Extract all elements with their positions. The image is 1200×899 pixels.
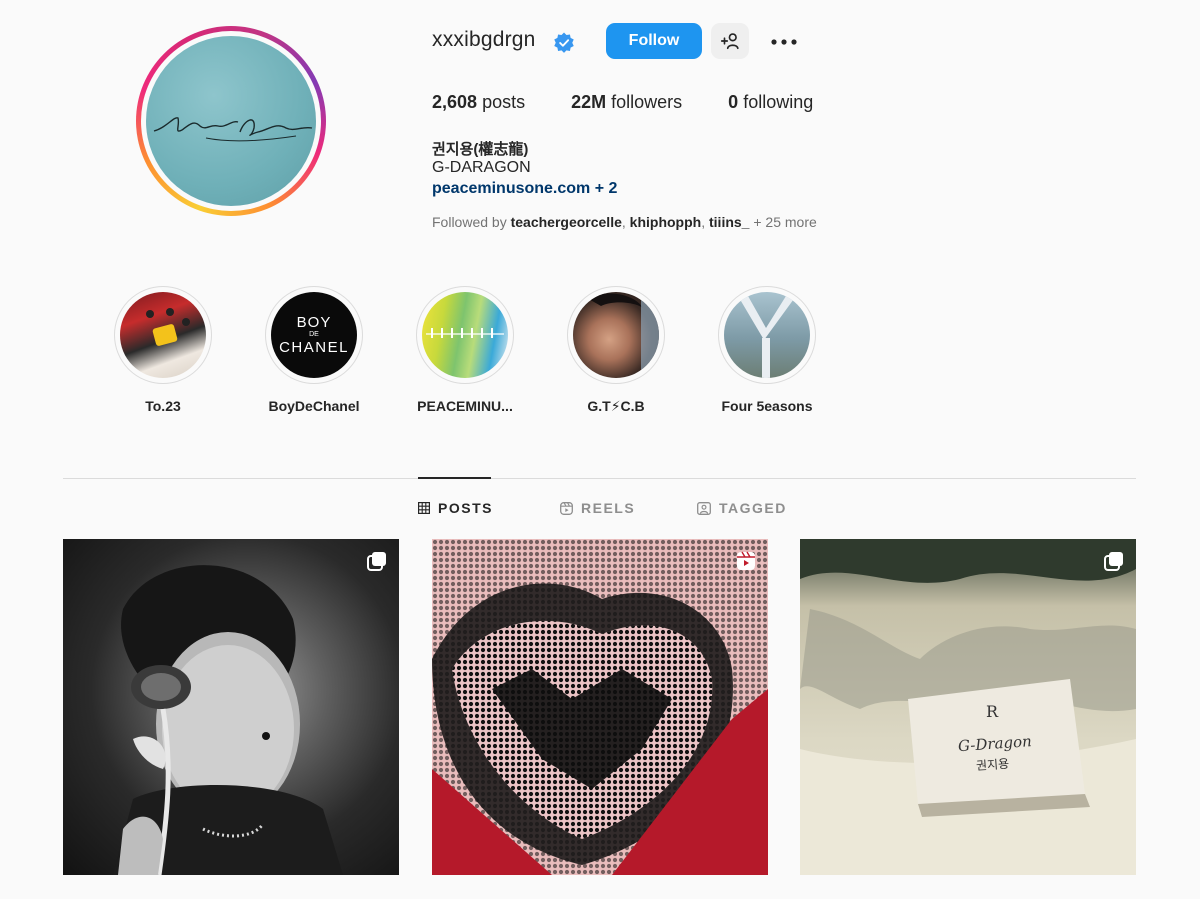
active-tab-indicator (418, 477, 491, 479)
avatar[interactable] (146, 36, 316, 206)
cover-text-chanel: CHANEL (279, 339, 349, 356)
highlight-cover (724, 292, 810, 378)
posts-count: 2,608 (432, 92, 478, 112)
highlight-label: G.T⚡C.B (587, 398, 645, 414)
followed-by-user[interactable]: teachergeorcelle (511, 214, 622, 230)
followed-by-user[interactable]: tiiins_ (709, 214, 749, 230)
followed-by[interactable]: Followed by teachergeorcelle, khiphopph,… (432, 214, 817, 230)
posts-label: posts (482, 92, 526, 112)
profile-page: xxxibgdrgn Follow 2,608 posts 22M follow… (0, 0, 1200, 899)
tabs-divider (63, 478, 1136, 479)
add-person-icon (720, 32, 739, 49)
bio-name: 권지용(權志龍) (432, 141, 529, 158)
highlight-label: PEACEMINU... (417, 398, 513, 414)
follow-button[interactable]: Follow (606, 23, 702, 59)
followers-stat[interactable]: 22M followers (571, 92, 682, 113)
tab-reels-label: REELS (581, 500, 636, 516)
highlight-label: To.23 (145, 398, 181, 414)
story-ring[interactable] (136, 26, 326, 216)
post-thumbnail[interactable] (63, 539, 399, 875)
highlight-item[interactable]: Four 5easons (697, 286, 837, 414)
highlight-cover (120, 292, 206, 378)
highlight-item[interactable]: PEACEMINU... (395, 286, 535, 414)
profile-stats: 2,608 posts 22M followers 0 following (432, 92, 859, 113)
tab-tagged-label: TAGGED (719, 500, 787, 516)
svg-text:R: R (986, 702, 999, 721)
profile-username: xxxibgdrgn (432, 28, 536, 51)
following-label: following (743, 92, 814, 112)
cover-text-boy: BOY (296, 314, 332, 331)
highlight-label: BoyDeChanel (268, 398, 360, 414)
carousel-icon (367, 552, 386, 571)
cover-text-de: DE (309, 331, 319, 338)
more-options-button[interactable] (766, 24, 802, 58)
following-stat[interactable]: 0 following (728, 92, 813, 113)
tab-reels[interactable]: REELS (560, 500, 635, 516)
highlight-item[interactable]: BOY DE CHANEL BoyDeChanel (244, 286, 384, 414)
followed-by-more[interactable]: + 25 more (753, 214, 816, 230)
suggested-accounts-button[interactable] (711, 23, 749, 59)
post-thumbnail[interactable] (432, 539, 768, 875)
highlight-item[interactable]: To.23 (93, 286, 233, 414)
tab-posts[interactable]: POSTS (418, 500, 493, 516)
followed-by-user[interactable]: khiphopph (630, 214, 702, 230)
grid-icon (418, 502, 430, 514)
followed-by-prefix: Followed by (432, 214, 507, 230)
more-dots-icon (771, 38, 797, 45)
card-text-korean: 권지용 (976, 757, 1010, 773)
highlight-item[interactable]: G.T⚡C.B (546, 286, 686, 415)
highlight-label: Four 5easons (721, 398, 813, 414)
carousel-icon (1104, 552, 1123, 571)
highlight-cover: BOY DE CHANEL (271, 292, 357, 378)
post-thumbnail[interactable]: R G-Dragon 권지용 (800, 539, 1136, 875)
following-count: 0 (728, 92, 739, 112)
reel-icon (737, 551, 755, 570)
posts-stat: 2,608 posts (432, 92, 525, 113)
verified-badge-icon (554, 32, 574, 53)
highlight-cover (422, 292, 508, 378)
tab-tagged[interactable]: TAGGED (697, 500, 787, 516)
bio-text: G-DARAGON (432, 159, 531, 176)
followers-label: followers (611, 92, 683, 112)
tab-posts-label: POSTS (438, 500, 493, 516)
tagged-icon (697, 501, 711, 515)
bio-link[interactable]: peaceminusone.com + 2 (432, 180, 617, 198)
reels-icon (560, 501, 573, 515)
highlight-cover (573, 292, 659, 378)
followers-count: 22M (571, 92, 607, 112)
